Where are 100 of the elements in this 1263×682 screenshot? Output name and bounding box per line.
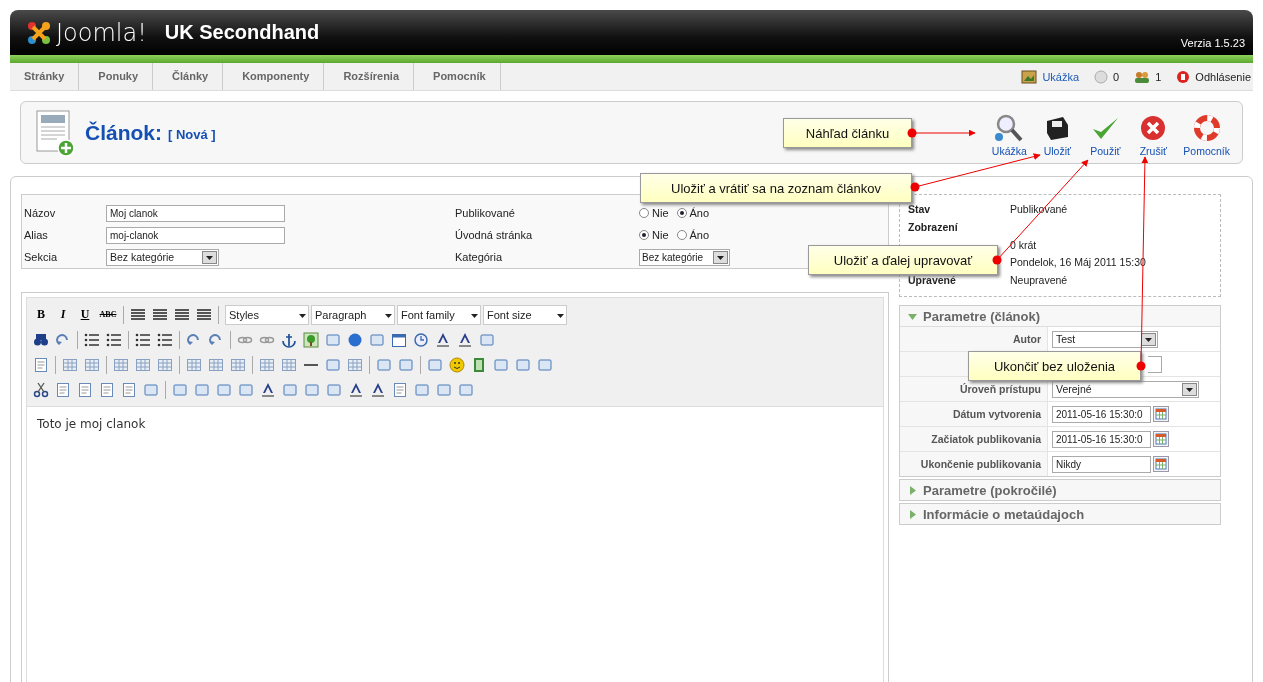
square-icon[interactable] bbox=[325, 356, 341, 373]
format-button[interactable]: I bbox=[55, 307, 71, 322]
square-icon[interactable] bbox=[326, 381, 342, 398]
square-icon[interactable] bbox=[458, 381, 474, 398]
film-icon[interactable] bbox=[471, 356, 487, 373]
dropdown[interactable]: Styles bbox=[225, 304, 309, 325]
select-field[interactable]: Test bbox=[1052, 330, 1158, 348]
square-icon[interactable] bbox=[369, 331, 385, 348]
format-button[interactable]: U bbox=[77, 307, 93, 322]
calendar-icon[interactable] bbox=[391, 331, 407, 348]
editor-area[interactable]: Toto je moj clanok bbox=[26, 406, 884, 682]
accordion-header[interactable]: Parametre (článok) bbox=[900, 306, 1220, 326]
square-icon[interactable] bbox=[238, 381, 254, 398]
lines-icon[interactable] bbox=[106, 331, 122, 348]
menu-item[interactable]: Stránky bbox=[10, 63, 80, 90]
calendar-icon[interactable] bbox=[1153, 406, 1169, 422]
curved-arrow-icon[interactable] bbox=[186, 331, 202, 348]
table-icon[interactable] bbox=[62, 356, 78, 373]
toolbar-button[interactable]: Zrušiť bbox=[1129, 108, 1178, 157]
image-icon[interactable] bbox=[303, 331, 319, 348]
square-icon[interactable] bbox=[282, 381, 298, 398]
square-icon[interactable] bbox=[537, 356, 553, 373]
document-icon[interactable] bbox=[77, 381, 93, 398]
curved-arrow-icon[interactable] bbox=[55, 331, 71, 348]
align-icon[interactable] bbox=[130, 306, 146, 323]
preview-link[interactable]: Ukážka bbox=[1042, 70, 1080, 83]
table-icon[interactable] bbox=[259, 356, 275, 373]
date-field[interactable]: 2011-05-16 15:30:0 bbox=[1052, 430, 1151, 448]
dropdown[interactable]: Paragraph bbox=[311, 304, 395, 325]
date-field[interactable]: Nikdy bbox=[1052, 455, 1151, 473]
square-icon[interactable] bbox=[304, 381, 320, 398]
binoculars-icon[interactable] bbox=[33, 331, 49, 348]
menu-item[interactable]: Komponenty bbox=[228, 63, 325, 90]
clock-icon[interactable] bbox=[413, 331, 429, 348]
table-icon[interactable] bbox=[208, 356, 224, 373]
calendar-icon[interactable] bbox=[1153, 431, 1169, 447]
menu-item[interactable]: Články bbox=[158, 63, 224, 90]
square-icon[interactable] bbox=[479, 331, 495, 348]
square-icon[interactable] bbox=[398, 356, 414, 373]
table-icon[interactable] bbox=[230, 356, 246, 373]
menu-item[interactable]: Ponuky bbox=[84, 63, 154, 90]
align-icon[interactable] bbox=[152, 306, 168, 323]
toolbar-button[interactable]: Pomocník bbox=[1177, 108, 1236, 157]
menu-item[interactable]: Rozšírenia bbox=[329, 63, 415, 90]
radio-button[interactable] bbox=[676, 208, 687, 218]
document-icon[interactable] bbox=[33, 356, 49, 373]
align-icon[interactable] bbox=[174, 306, 190, 323]
toolbar-button[interactable]: Použiť bbox=[1081, 108, 1130, 157]
lines-icon[interactable] bbox=[84, 331, 100, 348]
text-color-icon[interactable] bbox=[348, 381, 364, 398]
table-icon[interactable] bbox=[113, 356, 129, 373]
accordion-header[interactable]: Informácie o metaúdajoch bbox=[900, 504, 1220, 524]
table-icon[interactable] bbox=[347, 356, 363, 373]
square-icon[interactable] bbox=[172, 381, 188, 398]
format-button[interactable]: ABC bbox=[99, 310, 117, 319]
square-icon[interactable] bbox=[414, 381, 430, 398]
square-icon[interactable] bbox=[216, 381, 232, 398]
select-field[interactable]: Verejné bbox=[1052, 380, 1199, 398]
menu-item[interactable]: Pomocník bbox=[419, 63, 501, 90]
select-field[interactable]: Bez kategórie bbox=[639, 248, 730, 266]
curved-arrow-icon[interactable] bbox=[208, 331, 224, 348]
square-icon[interactable] bbox=[194, 381, 210, 398]
align-icon[interactable] bbox=[196, 306, 212, 323]
document-icon[interactable] bbox=[55, 381, 71, 398]
toolbar-button[interactable]: Uložiť bbox=[1033, 108, 1082, 157]
lines-icon[interactable] bbox=[157, 331, 173, 348]
lines-icon[interactable] bbox=[135, 331, 151, 348]
document-icon[interactable] bbox=[392, 381, 408, 398]
text-color-icon[interactable] bbox=[435, 331, 451, 348]
square-icon[interactable] bbox=[427, 356, 443, 373]
select-field[interactable]: Bez kategórie bbox=[106, 248, 219, 266]
radio-button[interactable] bbox=[676, 230, 687, 240]
calendar-icon[interactable] bbox=[1153, 456, 1169, 472]
circle-icon[interactable] bbox=[347, 331, 363, 348]
logout-link[interactable]: Odhlásenie bbox=[1195, 70, 1251, 83]
document-icon[interactable] bbox=[121, 381, 137, 398]
square-icon[interactable] bbox=[376, 356, 392, 373]
scissors-icon[interactable] bbox=[33, 381, 49, 398]
anchor-icon[interactable] bbox=[281, 331, 297, 348]
smiley-icon[interactable] bbox=[449, 356, 465, 373]
radio-button[interactable] bbox=[639, 230, 649, 240]
square-icon[interactable] bbox=[436, 381, 452, 398]
format-button[interactable]: B bbox=[33, 307, 49, 322]
radio-button[interactable] bbox=[639, 208, 649, 218]
text-color-icon[interactable] bbox=[370, 381, 386, 398]
dropdown[interactable]: Font size bbox=[483, 304, 567, 325]
table-icon[interactable] bbox=[186, 356, 202, 373]
toolbar-button[interactable]: Ukážka bbox=[985, 108, 1034, 157]
accordion-header[interactable]: Parametre (pokročilé) bbox=[900, 480, 1220, 500]
input-field[interactable]: moj-clanok bbox=[106, 226, 285, 244]
text-color-icon[interactable] bbox=[260, 381, 276, 398]
square-icon[interactable] bbox=[143, 381, 159, 398]
table-icon[interactable] bbox=[135, 356, 151, 373]
square-icon[interactable] bbox=[325, 331, 341, 348]
table-icon[interactable] bbox=[84, 356, 100, 373]
square-icon[interactable] bbox=[493, 356, 509, 373]
input-field[interactable] bbox=[1148, 355, 1162, 373]
table-icon[interactable] bbox=[281, 356, 297, 373]
text-color-icon[interactable] bbox=[457, 331, 473, 348]
input-field[interactable]: Moj clanok bbox=[106, 204, 285, 222]
